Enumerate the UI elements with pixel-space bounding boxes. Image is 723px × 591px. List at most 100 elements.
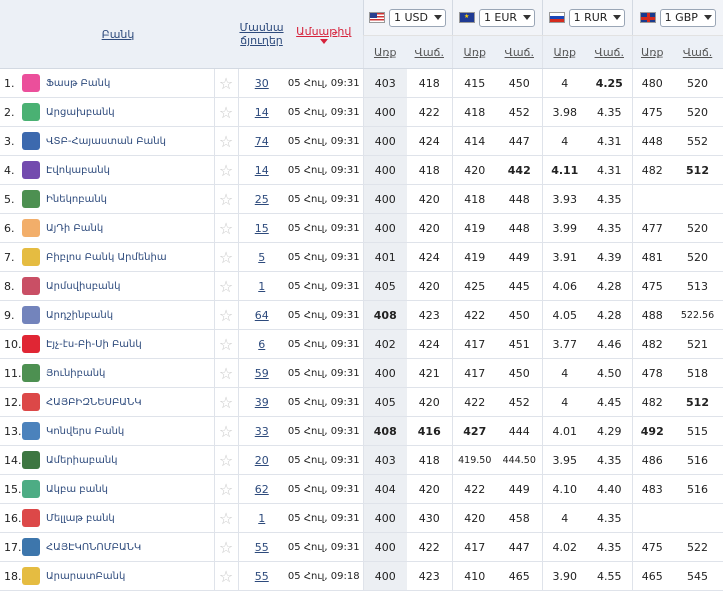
star-icon[interactable]: ☆ <box>213 445 239 475</box>
eur-sell-header[interactable]: Վաճ. <box>505 46 534 59</box>
star-icon[interactable]: ☆ <box>213 242 239 272</box>
usd-buy-rate: 400 <box>362 126 407 156</box>
bank-name-link[interactable]: Էյչ-էս-Բի-Սի Բանկ <box>46 339 142 350</box>
bank-name-link[interactable]: Մելլաթ բանկ <box>46 513 115 524</box>
star-icon[interactable]: ☆ <box>213 561 239 591</box>
gbp-buy-rate: 492 <box>631 416 673 446</box>
star-icon[interactable]: ☆ <box>213 387 239 417</box>
branches-link[interactable]: 15 <box>255 222 269 235</box>
usd-sell-header[interactable]: Վաճ. <box>415 46 444 59</box>
rur-buy-header[interactable]: Առք <box>553 46 576 59</box>
star-icon[interactable]: ☆ <box>213 532 239 562</box>
star-icon[interactable]: ☆ <box>213 416 239 446</box>
table-row: 12. ՀԱՅԲԻԶՆԵՍԲԱՆԿ ☆ 39 05 Հուլ, 09:31 405 420 4… <box>0 387 723 417</box>
bank-name-link[interactable]: ՀԱՅԲԻԶՆԵՍԲԱՆԿ <box>46 397 142 408</box>
chevron-down-icon <box>434 15 442 20</box>
row-number: 6. <box>0 213 22 243</box>
rur-currency-select[interactable]: 1 RUR <box>568 8 626 27</box>
star-icon[interactable]: ☆ <box>213 329 239 359</box>
rur-buy-rate: 3.98 <box>541 97 588 127</box>
update-date: 05 Հուլ, 09:31 <box>285 271 364 301</box>
bank-name-link[interactable]: Արդշինբանկ <box>46 310 113 321</box>
eur-buy-rate: 414 <box>451 126 497 156</box>
star-icon[interactable]: ☆ <box>213 503 239 533</box>
rur-sell-rate: 4.29 <box>587 416 633 446</box>
eur-buy-rate: 419 <box>451 213 497 243</box>
branches-link[interactable]: 64 <box>255 309 269 322</box>
gbp-currency-select[interactable]: 1 GBP <box>659 8 716 27</box>
bank-name-link[interactable]: Էվոկաբանկ <box>46 165 110 176</box>
bank-name-link[interactable]: Բիբլոս Բանկ Արմենիա <box>46 252 167 263</box>
gbp-buy-rate: 482 <box>631 387 673 417</box>
bank-name-link[interactable]: ՀԱՅԷԿՈՆՈՄԲԱՆԿ <box>46 542 141 553</box>
bank-name-link[interactable]: Յունիբանկ <box>46 368 105 379</box>
branches-link[interactable]: 33 <box>255 425 269 438</box>
branches-link[interactable]: 14 <box>255 164 269 177</box>
branches-link[interactable]: 59 <box>255 367 269 380</box>
ardshinbank-logo <box>22 306 40 324</box>
branches-link[interactable]: 5 <box>258 251 265 264</box>
branches-link[interactable]: 74 <box>255 135 269 148</box>
gbp-buy-rate <box>631 503 673 533</box>
gbp-sell-rate: 512 <box>672 155 723 185</box>
bank-name-link[interactable]: Ամերիաբանկ <box>46 455 118 466</box>
rur-buy-rate: 4 <box>541 503 588 533</box>
rur-buy-rate: 3.93 <box>541 184 588 214</box>
branches-link[interactable]: 55 <box>255 541 269 554</box>
branches-link[interactable]: 6 <box>258 338 265 351</box>
armbusinessbank-logo <box>22 393 40 411</box>
bank-name-link[interactable]: Արցախբանկ <box>46 107 115 118</box>
bank-name-link[interactable]: Արմսվիսբանկ <box>46 281 120 292</box>
bank-name-link[interactable]: ԱյԴի Բանկ <box>46 223 103 234</box>
date-column-header[interactable]: Ամսաթիվ <box>296 25 351 38</box>
rur-sell-rate: 4.45 <box>587 387 633 417</box>
eur-buy-rate: 420 <box>451 155 497 185</box>
gbp-buy-rate: 488 <box>631 300 673 330</box>
gbp-sell-header[interactable]: Վաճ. <box>683 46 712 59</box>
branches-link[interactable]: 30 <box>255 77 269 90</box>
bank-name-link[interactable]: ԱրարատԲանկ <box>46 571 125 582</box>
star-icon[interactable]: ☆ <box>213 68 239 98</box>
bank-name-link[interactable]: Ակբա բանկ <box>46 484 108 495</box>
branches-link[interactable]: 20 <box>255 454 269 467</box>
bank-name-link[interactable]: Կոնվերս Բանկ <box>46 426 124 437</box>
usd-currency-select[interactable]: 1 USD <box>389 8 446 27</box>
rur-sell-rate: 4.28 <box>587 300 633 330</box>
vtb-logo <box>22 132 40 150</box>
branches-link[interactable]: 62 <box>255 483 269 496</box>
star-icon[interactable]: ☆ <box>213 97 239 127</box>
branches-link[interactable]: 14 <box>255 106 269 119</box>
star-icon[interactable]: ☆ <box>213 300 239 330</box>
bank-name-link[interactable]: Ֆասթ Բանկ <box>46 78 110 89</box>
gbp-buy-rate: 483 <box>631 474 673 504</box>
eur-buy-header[interactable]: Առք <box>463 46 486 59</box>
star-icon[interactable]: ☆ <box>213 213 239 243</box>
table-row: 8. Արմսվիսբանկ ☆ 1 05 Հուլ, 09:31 405 420 425 44… <box>0 271 723 301</box>
usd-buy-rate: 400 <box>362 155 407 185</box>
bank-name-link[interactable]: Ինեկոբանկ <box>46 194 107 205</box>
branches-link[interactable]: 1 <box>258 280 265 293</box>
branches-link[interactable]: 39 <box>255 396 269 409</box>
branches-link[interactable]: 25 <box>255 193 269 206</box>
star-icon[interactable]: ☆ <box>213 126 239 156</box>
usd-sell-rate: 420 <box>407 474 452 504</box>
usd-buy-rate: 408 <box>362 300 407 330</box>
branches-link[interactable]: 1 <box>258 512 265 525</box>
star-icon[interactable]: ☆ <box>213 358 239 388</box>
usd-buy-rate: 400 <box>362 213 407 243</box>
row-number: 5. <box>0 184 22 214</box>
branches-link[interactable]: 55 <box>255 570 269 583</box>
star-icon[interactable]: ☆ <box>213 271 239 301</box>
gbp-buy-header[interactable]: Առք <box>641 46 664 59</box>
usd-sell-rate: 418 <box>407 68 452 98</box>
rur-sell-header[interactable]: Վաճ. <box>595 46 624 59</box>
branches-column-header[interactable]: Մասնա ճյուղեր <box>239 21 283 47</box>
bank-name-link[interactable]: ՎՏԲ-Հայաստան Բանկ <box>46 136 166 147</box>
eur-buy-rate: 418 <box>451 97 497 127</box>
bank-column-header[interactable]: Բանկ <box>102 28 135 41</box>
star-icon[interactable]: ☆ <box>213 184 239 214</box>
star-icon[interactable]: ☆ <box>213 474 239 504</box>
eur-currency-select[interactable]: 1 EUR <box>478 8 536 27</box>
usd-buy-header[interactable]: Առք <box>374 46 397 59</box>
star-icon[interactable]: ☆ <box>213 155 239 185</box>
